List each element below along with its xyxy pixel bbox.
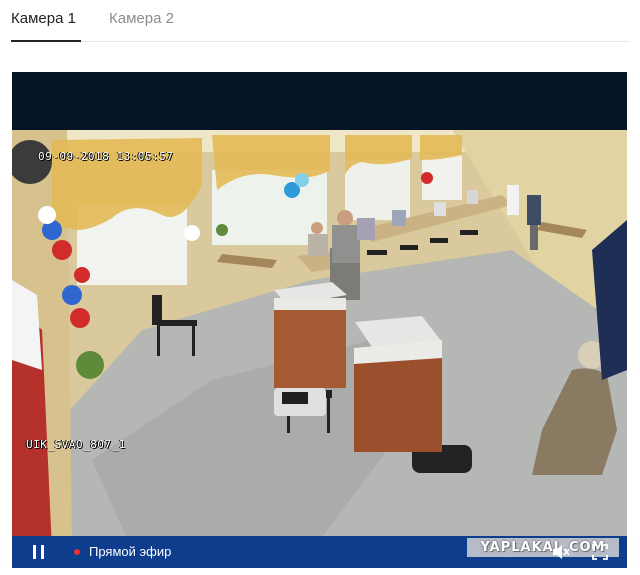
volume-muted-icon [553, 545, 570, 559]
video-player[interactable]: 09-09-2018 13:05:57 UIK_SVAO_807_1 Прямо… [12, 72, 627, 568]
live-indicator-dot [74, 549, 80, 555]
volume-button[interactable] [552, 544, 570, 560]
fullscreen-icon [592, 544, 608, 560]
pause-icon [33, 545, 36, 559]
camera-id-label: UIK_SVAO_807_1 [26, 438, 126, 451]
pause-icon-bar [41, 545, 44, 559]
pause-button[interactable] [32, 545, 46, 559]
active-tab-indicator [11, 40, 81, 42]
fullscreen-button[interactable] [592, 544, 608, 560]
tab-camera-2[interactable]: Камера 2 [109, 10, 174, 27]
live-label: Прямой эфир [89, 544, 172, 559]
polling-station-scene [12, 130, 627, 550]
video-timestamp: 09-09-2018 13:05:57 [38, 150, 174, 163]
player-controls-bar: Прямой эфир YAPLAKAL.COM [12, 536, 627, 568]
tabs-divider [11, 41, 629, 42]
camera-video-frame[interactable]: 09-09-2018 13:05:57 UIK_SVAO_807_1 [12, 130, 627, 550]
camera-tabs: Камера 1 Камера 2 [0, 0, 640, 44]
tab-camera-1[interactable]: Камера 1 [11, 10, 76, 27]
